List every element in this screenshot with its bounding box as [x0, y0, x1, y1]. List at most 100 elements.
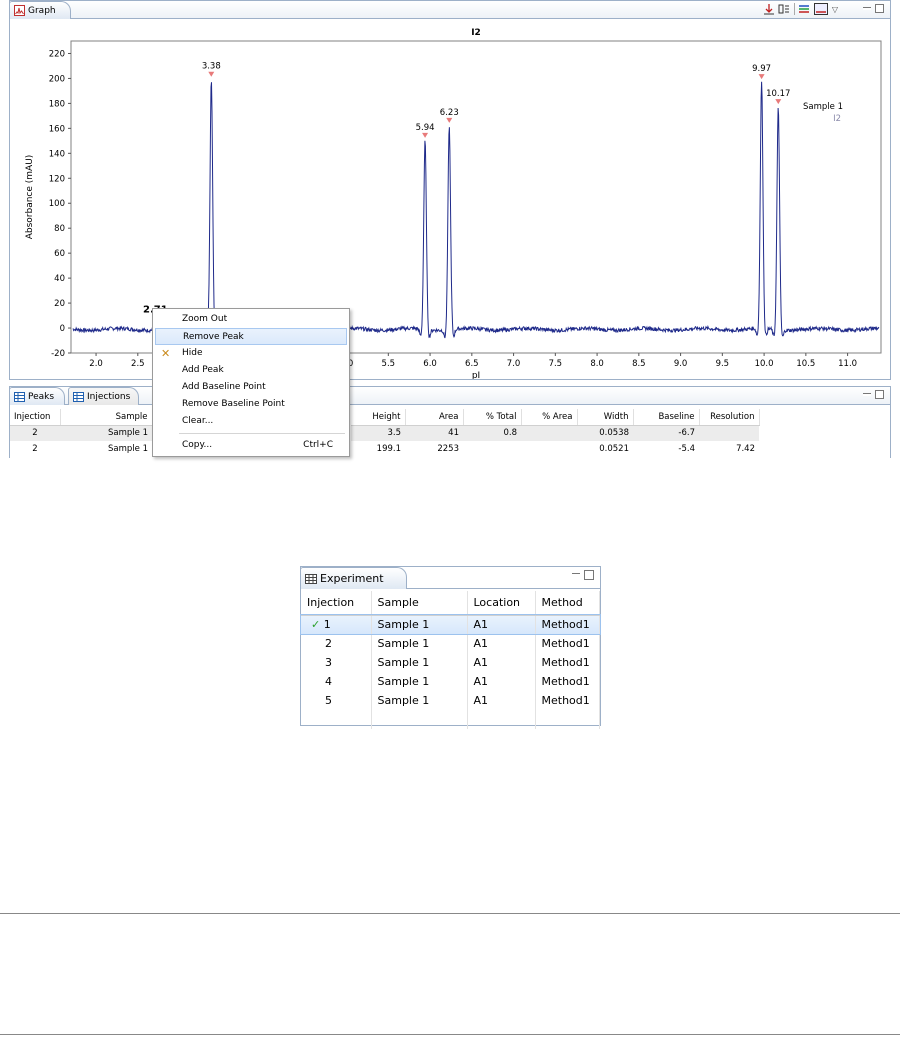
- menu-item-zoom-out[interactable]: Zoom Out: [153, 311, 349, 328]
- column-header-area-pct[interactable]: % Area: [521, 409, 578, 426]
- cell-baseline: -5.4: [678, 444, 695, 454]
- table-row[interactable]: 2 Sample 1: [10, 441, 152, 457]
- x-tick-label: 6.5: [465, 359, 479, 369]
- column-header-resolution[interactable]: Resolution: [699, 409, 760, 426]
- cell-area-pct: [521, 425, 577, 441]
- cell-height: 199.1: [376, 444, 401, 454]
- x-tick-label: 10.0: [755, 359, 774, 369]
- column-header-total[interactable]: % Total: [463, 409, 522, 426]
- overlay-view-icon[interactable]: [813, 3, 829, 15]
- cell-empty: [535, 710, 600, 729]
- cell-sample: Sample 1: [371, 653, 468, 672]
- menu-item-remove-baseline-point[interactable]: Remove Baseline Point: [153, 396, 349, 413]
- menu-item-clear[interactable]: Clear...: [153, 413, 349, 430]
- column-header-location[interactable]: Location: [467, 591, 536, 616]
- column-header-method[interactable]: Method: [535, 591, 600, 616]
- minimize-icon[interactable]: [572, 573, 580, 576]
- column-header-injection[interactable]: Injection: [10, 409, 61, 426]
- cell-area: 41: [448, 428, 459, 439]
- cell-injection-value: 1: [323, 618, 331, 632]
- table-row[interactable]: 2 Sample 1 A1 Method1: [301, 634, 600, 653]
- peaks-tabstrip: Peaks Injections: [10, 387, 890, 405]
- x-tick-label: 9.0: [674, 359, 688, 369]
- menu-item-hide[interactable]: ✕ Hide: [153, 345, 349, 362]
- cell-area-pct: [521, 441, 577, 457]
- menu-item-hide-label: Hide: [182, 348, 203, 358]
- cell-method: Method1: [535, 672, 600, 691]
- x-tick-label: 7.0: [507, 359, 521, 369]
- maximize-icon[interactable]: [584, 570, 594, 580]
- list-view-icon[interactable]: [798, 3, 810, 15]
- page-divider-bottom: [0, 1034, 900, 1035]
- column-header-width[interactable]: Width: [577, 409, 634, 426]
- maximize-icon[interactable]: [875, 4, 884, 13]
- cell-method: Method1: [535, 691, 600, 710]
- column-header-baseline[interactable]: Baseline: [633, 409, 700, 426]
- cell-total: 0.8: [503, 428, 517, 439]
- hide-x-icon: ✕: [161, 347, 171, 360]
- menu-item-copy-shortcut: Ctrl+C: [303, 440, 333, 450]
- minimize-icon[interactable]: [863, 7, 871, 10]
- tab-injections[interactable]: Injections: [68, 387, 140, 405]
- tab-peaks[interactable]: Peaks: [10, 387, 66, 405]
- baseline-icon[interactable]: [778, 3, 790, 15]
- cell-injection: 2: [32, 444, 38, 454]
- y-axis-label: Absorbance (mAU): [25, 155, 35, 240]
- tab-experiment[interactable]: Experiment: [300, 567, 407, 589]
- graph-tabstrip: Graph ▽: [9, 1, 890, 19]
- table-row[interactable]: 3.5 41 0.8 0.0538 -6.7: [351, 425, 759, 441]
- tab-graph[interactable]: Graph: [9, 1, 71, 19]
- minimize-icon[interactable]: [863, 393, 871, 396]
- y-tick-label: -20: [51, 349, 65, 359]
- y-tick-label: 20: [54, 299, 65, 309]
- menu-item-add-peak[interactable]: Add Peak: [153, 362, 349, 379]
- column-header-area[interactable]: Area: [405, 409, 464, 426]
- cell-sample: Sample 1: [108, 428, 148, 439]
- table-row[interactable]: 4 Sample 1 A1 Method1: [301, 672, 600, 691]
- x-tick-label: 10.5: [796, 359, 815, 369]
- table-row-selected[interactable]: ✓ 1 Sample 1 A1 Method1: [300, 614, 601, 635]
- peaks-table-left: Injection Sample 2 Sample 1 2 Sample 1: [10, 409, 153, 457]
- menu-item-copy[interactable]: Copy... Ctrl+C: [153, 437, 349, 454]
- peak-pick-icon[interactable]: [763, 3, 775, 15]
- table-row[interactable]: 199.1 2253 0.0521 -5.4 7.42: [351, 441, 759, 457]
- y-tick-label: 100: [49, 199, 65, 209]
- x-tick-label: 11.0: [838, 359, 857, 369]
- peak-label: 10.17: [766, 89, 790, 99]
- cell-baseline: -6.7: [678, 428, 695, 439]
- cell-location: A1: [467, 691, 536, 710]
- column-header-height[interactable]: Height: [351, 409, 406, 426]
- cell-width: 0.0521: [599, 444, 629, 454]
- y-tick-label: 200: [49, 74, 65, 84]
- x-tick-label: 6.0: [423, 359, 437, 369]
- chromatogram-chart[interactable]: I2220200180160140120100806040200-202.0 2.…: [10, 20, 890, 379]
- cell-method: Method1: [535, 653, 600, 672]
- table-row[interactable]: 3 Sample 1 A1 Method1: [301, 653, 600, 672]
- cell-injection: 4: [301, 672, 372, 691]
- graph-icon: [14, 5, 25, 16]
- maximize-icon[interactable]: [875, 390, 884, 399]
- y-tick-label: 120: [49, 174, 65, 184]
- menu-item-add-baseline-point[interactable]: Add Baseline Point: [153, 379, 349, 396]
- cell-injection: 3: [301, 653, 372, 672]
- view-menu-icon[interactable]: ▽: [832, 5, 838, 14]
- check-icon: ✓: [311, 618, 321, 632]
- column-header-sample[interactable]: Sample: [60, 409, 153, 426]
- peak-label: 6.23: [440, 108, 459, 118]
- column-header-injection[interactable]: Injection: [301, 591, 372, 616]
- table-row[interactable]: 2 Sample 1: [10, 425, 152, 441]
- x-tick-label: 7.5: [549, 359, 563, 369]
- cell-injection: 5: [301, 691, 372, 710]
- menu-item-remove-peak[interactable]: Remove Peak: [155, 328, 347, 345]
- menu-separator: [179, 433, 345, 434]
- tab-peaks-label: Peaks: [28, 391, 55, 402]
- tab-graph-label: Graph: [28, 5, 56, 16]
- x-tick-label: 8.5: [632, 359, 646, 369]
- legend-sample: Sample 1: [803, 102, 843, 112]
- column-header-sample[interactable]: Sample: [371, 591, 468, 616]
- table-row[interactable]: 5 Sample 1 A1 Method1: [301, 691, 600, 710]
- grid-icon: [305, 573, 317, 584]
- peak-label: 3.38: [202, 62, 221, 72]
- y-tick-label: 80: [54, 224, 65, 234]
- context-menu: Zoom Out Remove Peak ✕ Hide Add Peak Add…: [152, 308, 350, 457]
